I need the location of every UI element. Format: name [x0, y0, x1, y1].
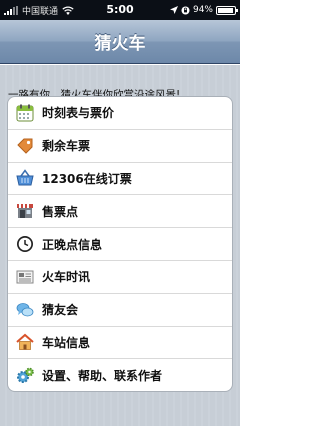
gears-icon — [17, 367, 34, 383]
ticket-tag-icon — [17, 138, 33, 154]
newspaper-icon — [16, 270, 34, 284]
menu-item-label: 猜友会 — [42, 303, 79, 318]
house-icon — [16, 334, 34, 351]
nav-bar: 猜火车 — [0, 20, 240, 64]
menu-item-settings[interactable]: 设置、帮助、联系作者 — [8, 359, 232, 391]
clock-icon — [17, 236, 33, 253]
menu-item-friends-club[interactable]: 猜友会 — [8, 294, 232, 327]
status-right: 94% — [169, 0, 238, 20]
status-bar: 中国联通 5:00 94% — [0, 0, 240, 20]
rotation-lock-icon — [181, 6, 190, 14]
menu-item-label: 时刻表与票价 — [42, 106, 115, 121]
menu-item-timetable[interactable]: 时刻表与票价 — [8, 97, 232, 130]
location-arrow-icon — [169, 6, 178, 14]
menu-item-label: 正晚点信息 — [42, 237, 103, 252]
menu-item-label: 剩余车票 — [42, 139, 91, 154]
menu-item-ticket-outlets[interactable]: 售票点 — [8, 195, 232, 229]
page-title: 猜火车 — [94, 34, 146, 54]
battery-percent: 94% — [192, 5, 213, 15]
menu-item-online-booking[interactable]: 12306在线订票 — [8, 163, 232, 196]
menu-item-label: 设置、帮助、联系作者 — [42, 369, 163, 384]
calendar-icon — [16, 104, 34, 122]
menu-item-delay-info[interactable]: 正晚点信息 — [8, 228, 232, 261]
menu-item-label: 售票点 — [42, 204, 79, 219]
shopping-basket-icon — [16, 169, 34, 186]
menu-item-label: 12306在线订票 — [42, 171, 132, 186]
menu-item-train-news[interactable]: 火车时讯 — [8, 261, 232, 294]
store-icon — [17, 204, 33, 219]
menu-item-label: 火车时讯 — [42, 270, 91, 285]
menu-item-label: 车站信息 — [42, 335, 91, 350]
battery-fill — [218, 7, 234, 13]
menu-item-station-info[interactable]: 车站信息 — [8, 327, 232, 360]
main-menu: 时刻表与票价 剩余车票 12306在线订票 售票点 正晚点信息 火车时讯 猜友会… — [7, 96, 233, 392]
menu-item-remaining-tickets[interactable]: 剩余车票 — [8, 130, 232, 163]
battery-icon — [216, 5, 238, 15]
chat-bubbles-icon — [16, 302, 34, 317]
